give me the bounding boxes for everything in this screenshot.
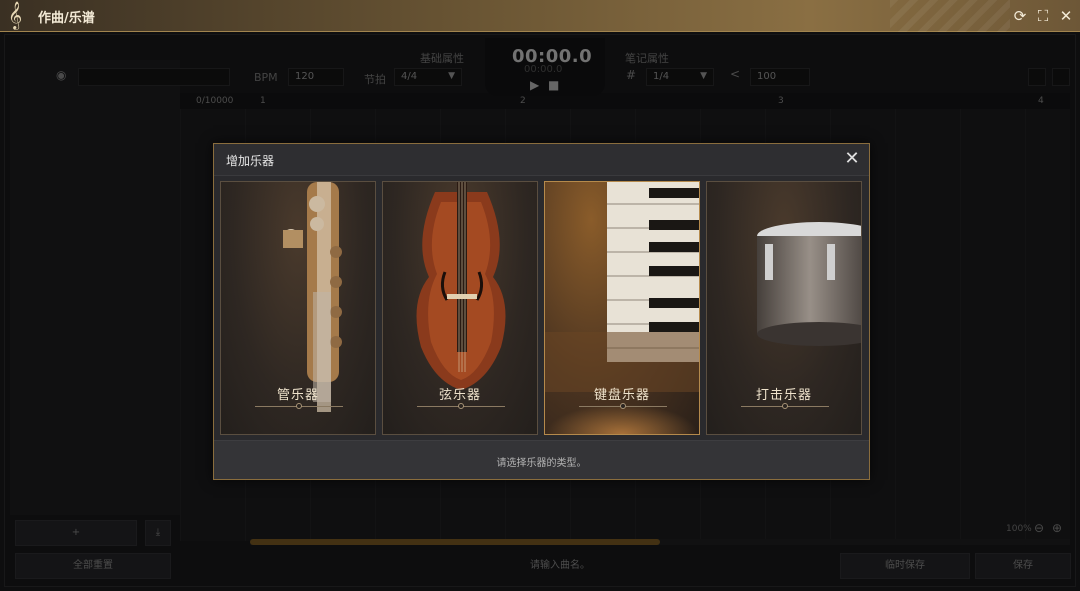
title-bar: 𝄞 作曲/乐谱 ⟳ ⛶ ✕ (0, 0, 1080, 32)
close-icon[interactable]: ✕ (841, 148, 863, 170)
card-ornament-dot (458, 403, 464, 409)
instrument-card-string[interactable]: 弦乐器 (382, 181, 538, 435)
window-title: 作曲/乐谱 (38, 11, 95, 26)
close-window-icon[interactable]: ✕ (1057, 7, 1075, 25)
dialog-title: 增加乐器 (226, 154, 275, 168)
fullscreen-icon[interactable]: ⛶ (1034, 7, 1052, 25)
instrument-card-percussion[interactable]: 打击乐器 (706, 181, 862, 435)
dialog-footer: 请选择乐器的类型。 (214, 440, 869, 479)
refresh-icon[interactable]: ⟳ (1011, 7, 1029, 25)
instrument-card-keyboard[interactable]: 键盘乐器 (544, 181, 700, 435)
card-ornament-dot (296, 403, 302, 409)
instrument-card-wind[interactable]: 管乐器 (220, 181, 376, 435)
title-bar-decoration (890, 0, 1010, 32)
card-label: 键盘乐器 (593, 388, 650, 403)
dialog-header: 增加乐器 ✕ (214, 144, 869, 176)
card-label: 弦乐器 (438, 388, 481, 403)
card-ornament-dot (782, 403, 788, 409)
card-label: 打击乐器 (755, 388, 812, 403)
dialog-hint: 请选择乐器的类型。 (496, 458, 587, 469)
card-label: 管乐器 (276, 388, 319, 403)
treble-clef-icon: 𝄞 (8, 1, 23, 29)
card-ornament-dot (620, 403, 626, 409)
add-instrument-dialog: 增加乐器 ✕ 管乐器 弦乐器 键盘乐器 打击乐器 请选择乐器的类型。 (213, 143, 870, 480)
